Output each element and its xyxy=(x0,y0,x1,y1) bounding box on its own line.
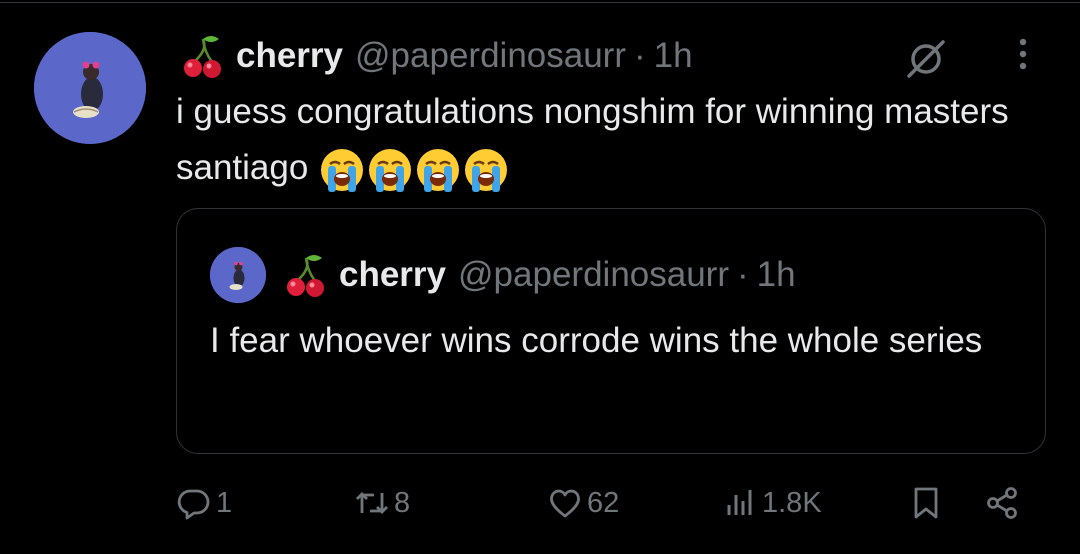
view-count: 1.8K xyxy=(762,486,822,519)
like-button[interactable]: 62 xyxy=(547,478,619,528)
reply-count: 1 xyxy=(216,486,233,519)
share-icon xyxy=(987,487,1017,519)
separator-dot: · xyxy=(737,255,749,294)
quoted-header: cherry @paperdinosaurr · 1h xyxy=(281,247,796,303)
retweet-button[interactable]: 8 xyxy=(354,478,410,528)
avatar[interactable] xyxy=(34,32,146,144)
share-button[interactable] xyxy=(984,478,1024,528)
quoted-author-handle: @paperdinosaurr xyxy=(458,255,729,294)
quoted-author-name: cherry xyxy=(339,255,447,294)
more-options-icon[interactable] xyxy=(1012,36,1034,76)
retweet-count: 8 xyxy=(394,486,411,519)
quoted-tweet[interactable]: cherry @paperdinosaurr · 1h I fear whoev… xyxy=(176,208,1046,454)
bookmark-button[interactable] xyxy=(908,478,948,528)
analytics-icon xyxy=(727,490,752,515)
tweet-body: i guess congratulations nongshim for win… xyxy=(176,92,1009,187)
bookmark-icon xyxy=(914,487,938,519)
tweet-header: cherry @paperdinosaurr · 1h xyxy=(178,30,693,82)
tweet-text: i guess congratulations nongshim for win… xyxy=(176,84,1056,196)
quoted-avatar xyxy=(210,247,266,303)
top-divider xyxy=(0,2,1080,3)
reply-icon xyxy=(177,489,210,520)
heart-icon xyxy=(550,489,580,518)
loudly-crying-face-icon xyxy=(321,148,364,192)
cherries-icon xyxy=(184,36,221,78)
quoted-timestamp: 1h xyxy=(756,255,796,294)
separator-dot: · xyxy=(634,36,646,75)
author-handle[interactable]: @paperdinosaurr xyxy=(355,36,626,76)
quoted-text: I fear whoever wins corrode wins the who… xyxy=(210,321,983,360)
views-button[interactable]: 1.8K xyxy=(722,478,822,528)
emoji-group xyxy=(318,146,510,194)
retweet-icon xyxy=(356,492,388,514)
author-name[interactable]: cherry xyxy=(236,36,343,76)
grok-icon[interactable] xyxy=(903,36,949,82)
cherries-icon xyxy=(287,255,324,297)
action-bar: 1 8 62 1.8K xyxy=(0,478,1080,528)
reply-button[interactable]: 1 xyxy=(176,478,232,528)
timestamp[interactable]: 1h xyxy=(654,36,693,76)
loudly-crying-face-icon xyxy=(417,148,460,192)
like-count: 62 xyxy=(587,486,620,519)
loudly-crying-face-icon xyxy=(465,148,508,192)
loudly-crying-face-icon xyxy=(369,148,412,192)
